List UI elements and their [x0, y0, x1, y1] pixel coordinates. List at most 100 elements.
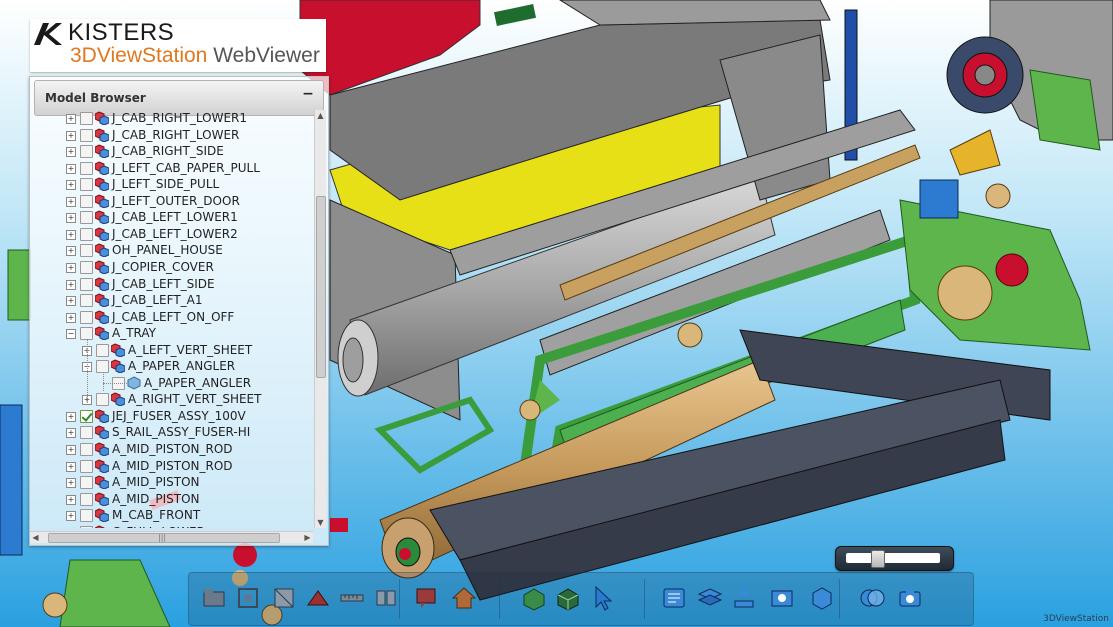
model-tree[interactable]: + J_CAB_RIGHT_LOWER1 + J_CAB_RIGHT_LOWER + J_…: [30, 110, 312, 528]
visibility-checkbox[interactable]: [80, 476, 93, 490]
visibility-checkbox[interactable]: [80, 294, 93, 308]
visibility-checkbox[interactable]: [80, 443, 93, 456]
visibility-checkbox[interactable]: [80, 227, 93, 241]
tree-item[interactable]: + M_CAB_FRONT: [30, 507, 312, 524]
scroll-up-arrow-icon[interactable]: ▲: [315, 110, 326, 121]
visibility-checkbox[interactable]: [96, 393, 109, 407]
annotations-button[interactable]: [729, 583, 759, 613]
home-button[interactable]: [449, 583, 479, 613]
scroll-left-arrow-icon[interactable]: ◀: [30, 532, 41, 543]
vertical-scroll-thumb[interactable]: [316, 196, 326, 378]
expand-toggle-icon[interactable]: +: [66, 494, 76, 505]
tree-item[interactable]: + A_MID_PISTON: [30, 474, 312, 491]
tree-item[interactable]: + J_CAB_LEFT_LOWER2: [30, 226, 312, 243]
layers-button[interactable]: [695, 583, 725, 613]
visibility-checkbox[interactable]: [80, 112, 93, 125]
collapse-panel-button[interactable]: −: [299, 86, 317, 104]
visibility-checkbox[interactable]: [80, 161, 93, 175]
tree-item[interactable]: + J_CAB_LEFT_ON_OFF: [30, 309, 312, 326]
scroll-right-arrow-icon[interactable]: ▶: [302, 532, 313, 543]
tree-item[interactable]: + A_LEFT_VERT_SHEET: [30, 342, 312, 359]
expand-toggle-icon[interactable]: +: [66, 445, 76, 455]
tree-item[interactable]: + A_MID_PISTON_ROD: [30, 441, 312, 458]
expand-toggle-icon[interactable]: +: [66, 411, 76, 422]
tree-item[interactable]: + A_RIGHT_VERT_SHEET: [30, 391, 312, 408]
slider-track[interactable]: [846, 553, 940, 563]
tree-horizontal-scrollbar[interactable]: ◀ ||| ▶: [30, 531, 313, 543]
expand-toggle-icon[interactable]: +: [66, 114, 76, 124]
visibility-checkbox[interactable]: [80, 525, 93, 528]
visibility-checkbox[interactable]: [80, 145, 93, 159]
tree-item[interactable]: +C_FULL_LOWER: [30, 524, 312, 528]
section-button[interactable]: [303, 583, 333, 613]
expand-toggle-icon[interactable]: +: [66, 478, 76, 489]
tree-item[interactable]: + J_CAB_RIGHT_LOWER: [30, 127, 312, 144]
views-button[interactable]: [807, 583, 837, 613]
expand-toggle-icon[interactable]: +: [66, 461, 76, 472]
visibility-checkbox[interactable]: [80, 178, 93, 192]
visibility-checkbox[interactable]: [80, 194, 93, 208]
tree-item[interactable]: + S_RAIL_ASSY_FUSER-HI: [30, 424, 312, 441]
expand-toggle-icon[interactable]: +: [66, 196, 76, 207]
box-select-button[interactable]: [269, 583, 299, 613]
expand-toggle-icon[interactable]: −: [66, 329, 76, 340]
tree-item[interactable]: + J_COPIER_COVER: [30, 259, 312, 276]
expand-toggle-icon[interactable]: +: [66, 213, 76, 224]
tree-item[interactable]: + J_LEFT_CAB_PAPER_PULL: [30, 160, 312, 177]
expand-toggle-icon[interactable]: +: [66, 229, 76, 240]
visibility-checkbox[interactable]: [80, 509, 93, 523]
tree-item[interactable]: + J_LEFT_SIDE_PULL: [30, 176, 312, 193]
explode-slider[interactable]: [835, 546, 954, 571]
tree-item[interactable]: − A_TRAY: [30, 325, 312, 342]
expand-toggle-icon[interactable]: +: [66, 296, 76, 307]
visibility-checkbox[interactable]: [80, 426, 93, 440]
visibility-checkbox[interactable]: [80, 211, 93, 225]
expand-toggle-icon[interactable]: +: [66, 262, 76, 273]
tree-item[interactable]: + J_LEFT_OUTER_DOOR: [30, 193, 312, 210]
visibility-checkbox[interactable]: [80, 409, 93, 423]
camera-button[interactable]: [895, 583, 925, 613]
select-button[interactable]: [587, 583, 617, 613]
tree-vertical-scrollbar[interactable]: ▲ ▼: [314, 110, 326, 528]
tree-item[interactable]: + JEJ_FUSER_ASSY_100V: [30, 408, 312, 425]
visibility-checkbox[interactable]: [80, 277, 93, 291]
tree-item[interactable]: + J_CAB_LEFT_A1: [30, 292, 312, 309]
markup-button[interactable]: [411, 583, 441, 613]
tree-item[interactable]: − A_PAPER_ANGLER: [30, 358, 312, 375]
explode-button[interactable]: [371, 583, 401, 613]
wireframe-button[interactable]: [553, 583, 583, 613]
visibility-checkbox[interactable]: [80, 310, 93, 324]
expand-toggle-icon[interactable]: +: [66, 246, 76, 257]
visibility-checkbox[interactable]: [80, 260, 93, 274]
expand-toggle-icon[interactable]: +: [66, 312, 76, 323]
open-button[interactable]: [199, 583, 229, 613]
expand-toggle-icon[interactable]: +: [66, 180, 76, 191]
tree-item[interactable]: + J_CAB_LEFT_SIDE: [30, 276, 312, 293]
screenshot-button[interactable]: [767, 583, 797, 613]
shaded-button[interactable]: [519, 583, 549, 613]
tree-item[interactable]: A_PAPER_ANGLER: [30, 375, 312, 392]
tree-item[interactable]: + J_CAB_RIGHT_SIDE: [30, 143, 312, 160]
slider-knob[interactable]: [870, 550, 885, 568]
expand-toggle-icon[interactable]: +: [66, 279, 76, 290]
fit-view-button[interactable]: [233, 583, 263, 613]
measure-button[interactable]: [337, 583, 367, 613]
tree-item[interactable]: + J_CAB_LEFT_LOWER1: [30, 209, 312, 226]
visibility-checkbox[interactable]: [80, 128, 93, 142]
expand-toggle-icon[interactable]: +: [66, 511, 76, 522]
visibility-checkbox[interactable]: [80, 492, 93, 506]
tree-item[interactable]: + J_CAB_RIGHT_LOWER1: [30, 110, 312, 127]
expand-toggle-icon[interactable]: +: [66, 163, 76, 174]
scroll-down-arrow-icon[interactable]: ▼: [315, 517, 326, 528]
tree-item[interactable]: + A_MID_PISTON_ROD: [30, 458, 312, 475]
expand-toggle-icon[interactable]: +: [66, 147, 76, 158]
tree-item[interactable]: + OH_PANEL_HOUSE: [30, 242, 312, 259]
transparency-button[interactable]: [857, 583, 887, 613]
properties-button[interactable]: [659, 583, 689, 613]
visibility-checkbox[interactable]: [96, 343, 109, 357]
expand-toggle-icon[interactable]: +: [66, 130, 76, 141]
expand-toggle-icon[interactable]: +: [66, 428, 76, 439]
visibility-checkbox[interactable]: [80, 244, 93, 258]
tree-item[interactable]: + A_MID_PISTON: [30, 491, 312, 508]
visibility-checkbox[interactable]: [80, 459, 93, 473]
